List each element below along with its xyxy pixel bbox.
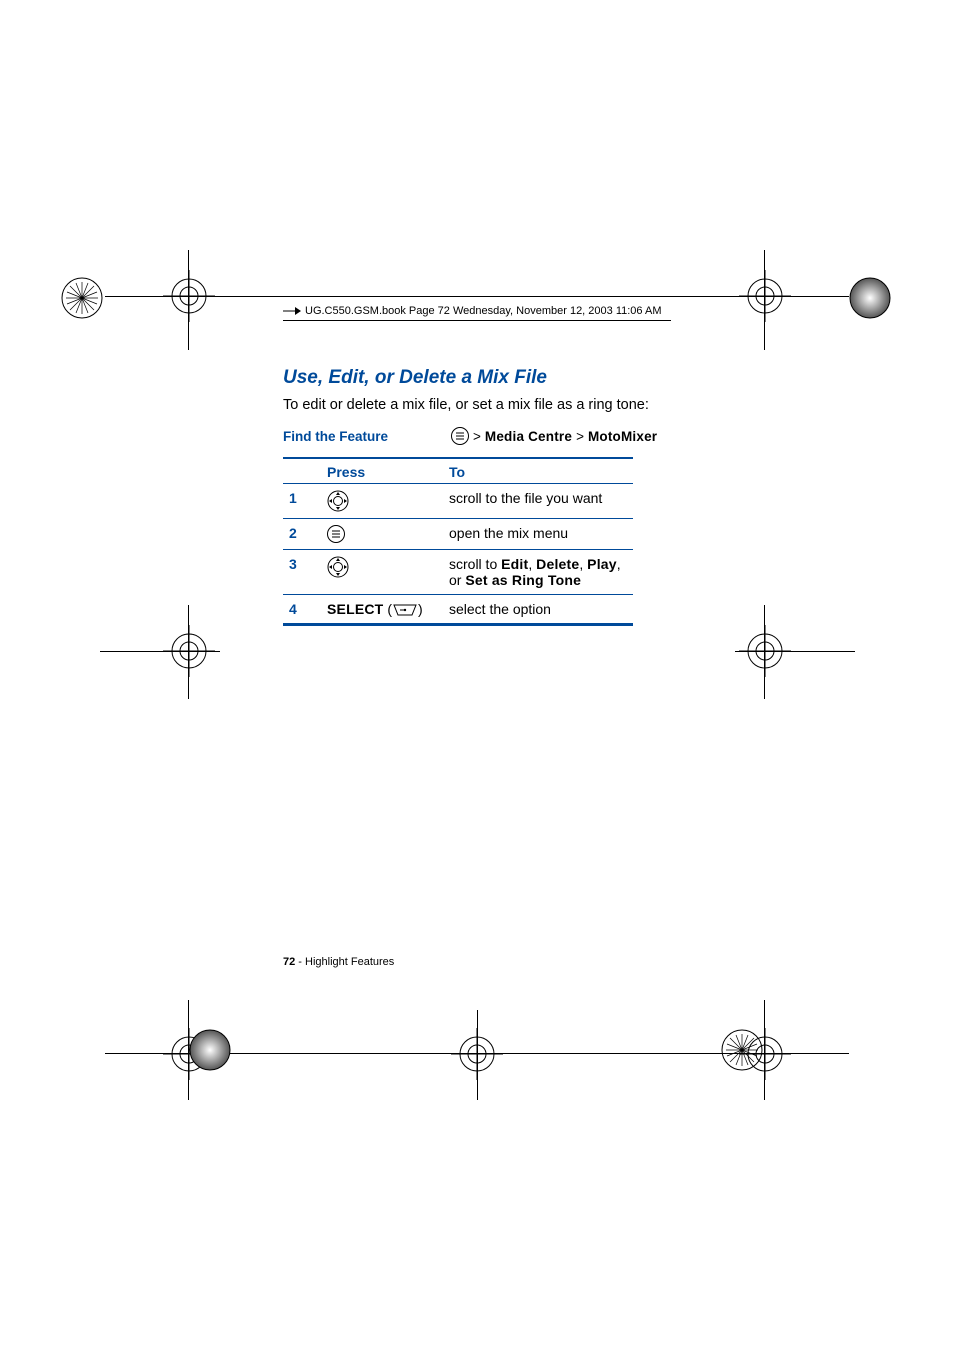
step-press [321, 484, 443, 519]
table-row: 3 scroll to Edit, Delete, Play, or Set a… [283, 550, 633, 595]
arrow-right-icon [283, 305, 301, 317]
header-line: UG.C550.GSM.book Page 72 Wednesday, Nove… [283, 305, 671, 321]
paren: ) [418, 601, 423, 617]
registration-mark-icon [451, 1028, 503, 1085]
step-to: open the mix menu [443, 519, 633, 550]
registration-mark-icon [163, 625, 215, 682]
step-to: scroll to Edit, Delete, Play, or Set as … [443, 550, 633, 595]
col-header-to: To [443, 458, 633, 484]
crop-line [105, 296, 849, 297]
path-item: Media Centre [485, 429, 572, 444]
menu-key-icon [451, 427, 469, 445]
steps-table: Press To 1 scroll to the file you want 2 [283, 457, 633, 626]
page-footer: 72 - Highlight Features [283, 956, 394, 968]
registration-mark-icon [739, 270, 791, 322]
step-press [321, 550, 443, 595]
table-row: 4 SELECT ( ) select the option [283, 595, 633, 625]
nav-key-icon [327, 490, 349, 512]
to-text: scroll to [449, 556, 501, 572]
page-number: 72 [283, 956, 295, 968]
step-to: scroll to the file you want [443, 484, 633, 519]
menu-key-icon [327, 525, 345, 543]
header-file-info: UG.C550.GSM.book Page 72 Wednesday, Nove… [305, 305, 662, 317]
registration-mark-icon [163, 270, 215, 322]
find-feature-label: Find the Feature [283, 429, 451, 444]
to-text: , [579, 556, 587, 572]
print-disc-icon [188, 1028, 232, 1072]
path-sep: > [576, 429, 584, 444]
step-press: SELECT ( ) [321, 595, 443, 625]
table-row: 2 open the mix menu [283, 519, 633, 550]
step-to: select the option [443, 595, 633, 625]
to-option: Play [587, 556, 617, 572]
to-text: , [528, 556, 536, 572]
step-number: 2 [283, 519, 321, 550]
footer-section: Highlight Features [305, 956, 394, 968]
softkey-icon [392, 603, 418, 617]
table-row: 1 scroll to the file you want [283, 484, 633, 519]
path-item: MotoMixer [588, 429, 657, 444]
to-option: Delete [536, 556, 579, 572]
nav-key-icon [327, 556, 349, 578]
print-disc-icon [720, 1028, 764, 1072]
col-header-press: Press [321, 458, 443, 484]
step-number: 3 [283, 550, 321, 595]
to-option: Set as Ring Tone [465, 572, 581, 588]
step-number: 4 [283, 595, 321, 625]
col-header-num [283, 458, 321, 484]
section-title: Use, Edit, or Delete a Mix File [283, 367, 671, 389]
print-disc-icon [848, 276, 892, 320]
page-content: UG.C550.GSM.book Page 72 Wednesday, Nove… [283, 305, 671, 626]
print-disc-icon [60, 276, 104, 320]
select-label: SELECT [327, 601, 383, 617]
to-option: Edit [501, 556, 528, 572]
step-press [321, 519, 443, 550]
footer-sep: - [295, 956, 305, 968]
section-intro: To edit or delete a mix file, or set a m… [283, 397, 671, 413]
path-sep: > [473, 429, 481, 444]
find-feature-path: > Media Centre > MotoMixer [451, 427, 657, 445]
find-the-feature-row: Find the Feature > Media Centre > MotoMi… [283, 427, 671, 445]
step-number: 1 [283, 484, 321, 519]
registration-mark-icon [739, 625, 791, 682]
